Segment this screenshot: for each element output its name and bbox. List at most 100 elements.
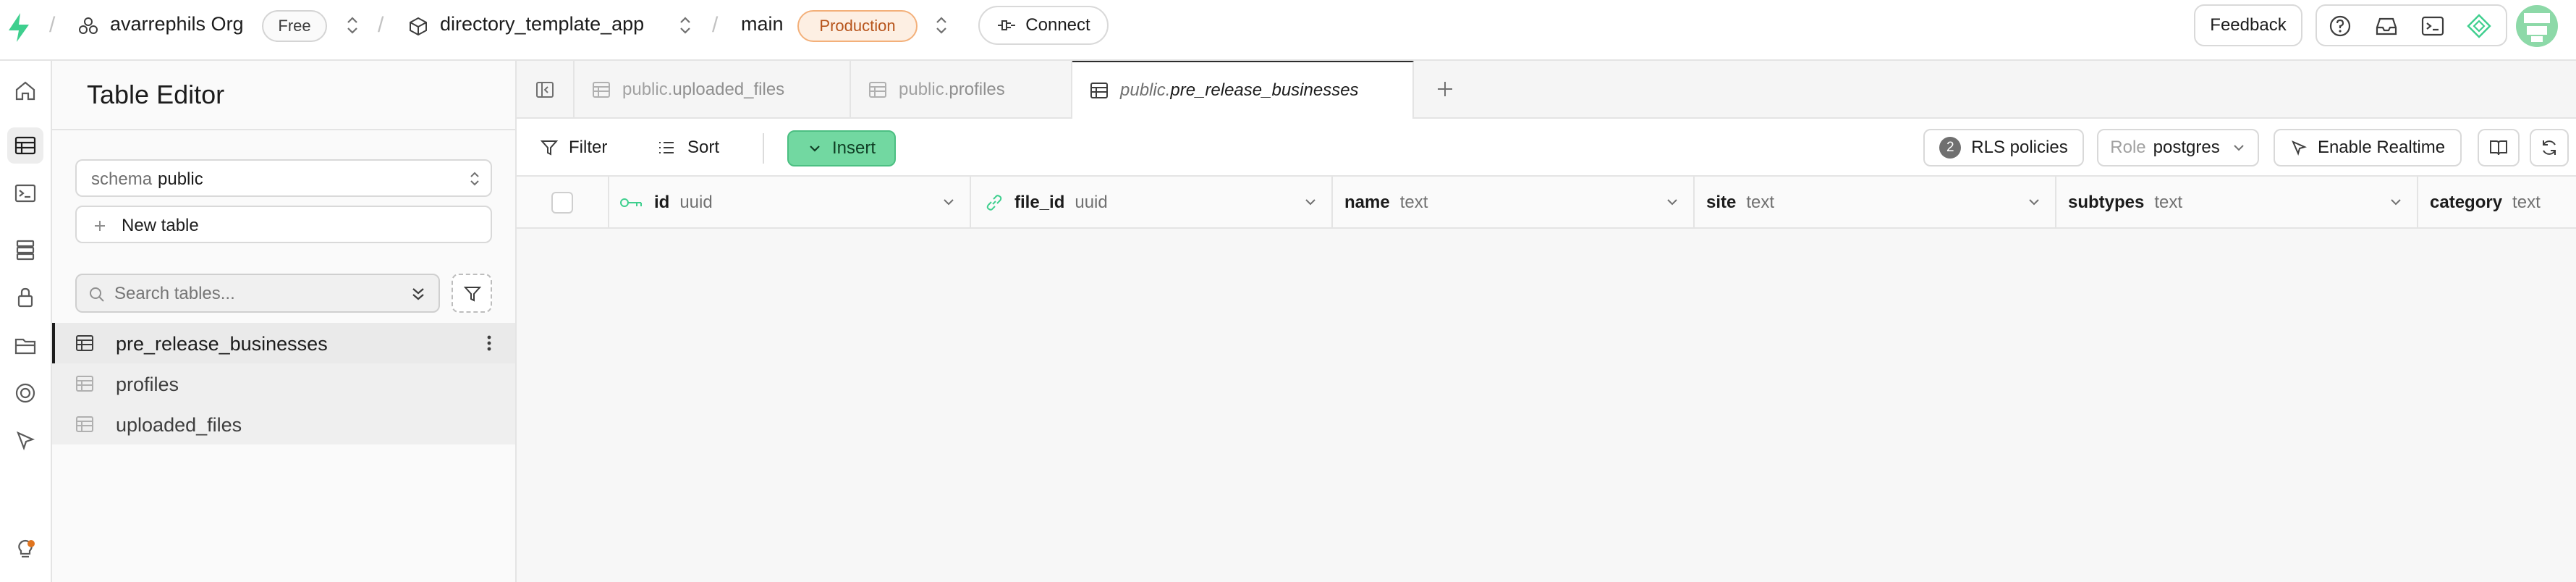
role-value: postgres xyxy=(2153,138,2220,157)
chevron-down-icon[interactable] xyxy=(1302,194,1318,210)
breadcrumb-separator: / xyxy=(712,13,719,37)
home-icon[interactable] xyxy=(7,72,43,109)
tab-pre-release-businesses[interactable]: public. pre_release_businesses xyxy=(1072,61,1414,119)
filter-label: Filter xyxy=(569,138,608,157)
column-type: text xyxy=(2154,193,2183,212)
auth-icon[interactable] xyxy=(7,279,43,316)
tab-label: profiles xyxy=(949,80,1005,99)
help-icon[interactable] xyxy=(2327,13,2353,39)
toggle-sidebar-button[interactable] xyxy=(517,61,575,119)
sql-editor-icon[interactable] xyxy=(7,175,43,211)
project-name[interactable]: directory_template_app xyxy=(440,13,644,35)
editor-tab-bar: public. uploaded_files public. profiles pu… xyxy=(517,61,2576,119)
table-editor-icon[interactable] xyxy=(7,127,43,164)
search-icon xyxy=(90,287,104,302)
search-tables-field[interactable] xyxy=(75,274,440,313)
schema-select[interactable]: schema public xyxy=(75,159,492,197)
tab-uploaded-files[interactable]: public. uploaded_files xyxy=(575,61,851,119)
plan-badge: Free xyxy=(262,10,327,42)
chevron-down-icon[interactable] xyxy=(2388,194,2404,210)
table-list-item-name: profiles xyxy=(116,374,179,395)
breadcrumb-separator: / xyxy=(49,13,56,37)
tab-label: pre_release_businesses xyxy=(1170,80,1359,100)
chevron-down-icon xyxy=(810,146,820,152)
refresh-icon xyxy=(2543,140,2556,155)
column-header-id[interactable]: id uuid xyxy=(609,177,971,229)
advisors-icon[interactable] xyxy=(7,531,43,568)
tab-profiles[interactable]: public. profiles xyxy=(851,61,1072,119)
inbox-icon[interactable] xyxy=(2373,13,2399,39)
table-icon xyxy=(76,416,93,432)
database-icon[interactable] xyxy=(7,232,43,268)
column-type: text xyxy=(1746,193,1775,212)
avatar[interactable] xyxy=(2515,4,2559,48)
refresh-button[interactable] xyxy=(2530,129,2569,166)
edge-functions-icon[interactable] xyxy=(7,423,43,459)
role-select[interactable]: Role postgres xyxy=(2097,129,2259,166)
branch-switcher-chevron-icon[interactable] xyxy=(933,13,949,38)
schema-select-value: public xyxy=(158,169,203,189)
collapse-all-icon[interactable] xyxy=(410,285,427,304)
table-icon xyxy=(869,82,886,98)
feedback-button[interactable]: Feedback xyxy=(2194,4,2302,46)
column-header-subtypes[interactable]: subtypes text xyxy=(2056,177,2418,229)
tab-schema-prefix: public. xyxy=(1120,80,1171,100)
assistant-icon[interactable] xyxy=(2466,13,2492,39)
role-label: Role xyxy=(2110,138,2146,157)
storage-icon[interactable] xyxy=(7,327,43,363)
chevron-down-icon[interactable] xyxy=(2026,194,2042,210)
table-list-item[interactable]: profiles xyxy=(52,363,515,404)
new-table-label: New table xyxy=(122,216,199,235)
column-header-category[interactable]: category text xyxy=(2418,177,2576,229)
divider xyxy=(763,133,764,164)
column-name: category xyxy=(2430,193,2503,212)
table-list-item-name: uploaded_files xyxy=(116,414,242,436)
column-header-site[interactable]: site text xyxy=(1695,177,2056,229)
column-header-file-id[interactable]: file_id uuid xyxy=(971,177,1333,229)
tab-schema-prefix: public. xyxy=(899,80,949,99)
insert-label: Insert xyxy=(831,138,876,158)
realtime-icon[interactable] xyxy=(7,375,43,411)
org-switcher-chevron-icon[interactable] xyxy=(344,13,360,38)
search-tables-input[interactable] xyxy=(114,281,389,307)
definition-button[interactable] xyxy=(2478,129,2520,166)
select-all-cell xyxy=(517,177,609,229)
connect-button[interactable]: Connect xyxy=(978,6,1109,45)
org-name[interactable]: avarrephils Org xyxy=(110,13,244,35)
chevron-down-icon[interactable] xyxy=(941,194,957,210)
filter-icon xyxy=(463,287,482,302)
chevron-down-icon xyxy=(2233,145,2244,151)
column-name: site xyxy=(1706,193,1737,212)
cursor-icon xyxy=(2291,140,2307,156)
new-table-button[interactable]: New table xyxy=(75,206,492,243)
insert-button[interactable]: Insert xyxy=(787,130,896,166)
connect-label: Connect xyxy=(1025,15,1090,35)
column-name: name xyxy=(1344,193,1390,212)
filter-button[interactable]: Filter xyxy=(540,133,607,162)
filter-tables-button[interactable] xyxy=(452,274,492,313)
more-options-icon[interactable] xyxy=(486,334,492,352)
column-type: text xyxy=(2512,193,2541,212)
rls-policies-button[interactable]: 2 RLS policies xyxy=(1923,129,2084,166)
new-tab-plus-icon[interactable] xyxy=(1436,80,1454,98)
branch-name[interactable]: main xyxy=(741,13,784,35)
divider xyxy=(52,129,515,130)
supabase-logo-icon[interactable] xyxy=(6,12,32,43)
column-type: text xyxy=(1399,193,1428,212)
foreign-key-link-icon xyxy=(986,195,1002,211)
project-switcher-chevron-icon[interactable] xyxy=(677,13,693,38)
environment-badge: Production xyxy=(797,10,918,42)
column-name: subtypes xyxy=(2068,193,2145,212)
top-navigation-bar: / avarrephils Org Free / directory_templ… xyxy=(0,0,2576,61)
column-header-name[interactable]: name text xyxy=(1333,177,1695,229)
chevron-down-icon[interactable] xyxy=(1664,194,1680,210)
project-box-icon xyxy=(410,17,427,36)
sort-button[interactable]: Sort xyxy=(657,133,719,162)
select-all-checkbox[interactable] xyxy=(551,192,573,214)
terminal-icon[interactable] xyxy=(2420,13,2446,39)
enable-realtime-button[interactable]: Enable Realtime xyxy=(2274,129,2462,166)
enable-realtime-label: Enable Realtime xyxy=(2317,138,2446,157)
table-list-item[interactable]: uploaded_files xyxy=(52,404,515,444)
table-list-item[interactable]: pre_release_businesses xyxy=(52,323,515,363)
table-icon xyxy=(1090,83,1108,98)
